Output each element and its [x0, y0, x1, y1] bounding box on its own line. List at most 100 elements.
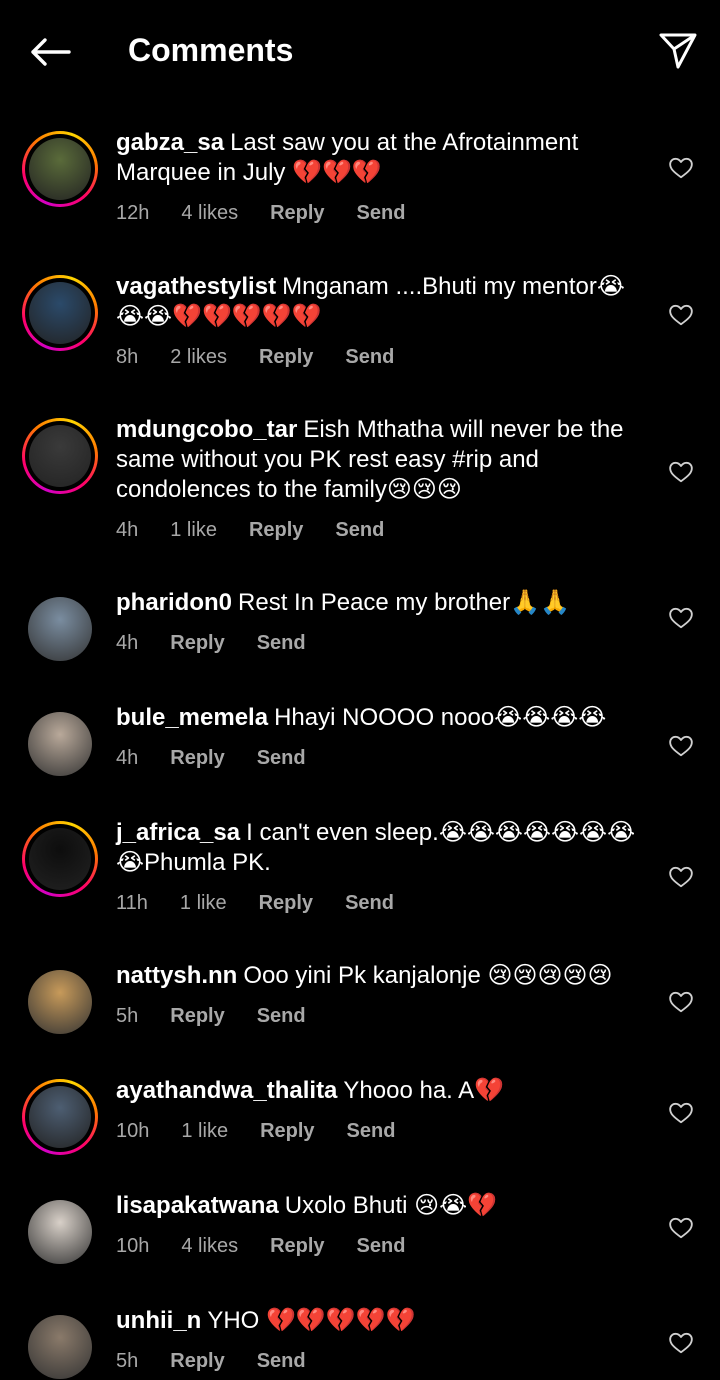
avatar[interactable] — [28, 597, 92, 661]
comment-body: bule_memela Hhayi NOOOO nooo😭😭😭😭 4h Reply S… — [116, 703, 650, 771]
reply-button[interactable]: Reply — [170, 1003, 224, 1029]
comment-username[interactable]: mdungcobo_tar — [116, 416, 297, 443]
story-ring[interactable] — [22, 275, 98, 351]
avatar[interactable] — [28, 1315, 92, 1379]
send-button[interactable]: Send — [345, 344, 394, 370]
heart-icon[interactable] — [668, 1100, 694, 1126]
send-button[interactable]: Send — [257, 1348, 306, 1374]
comment-body: vagathestylist Mnganam ....Bhuti my mento… — [116, 272, 650, 370]
heart-icon[interactable] — [668, 459, 694, 485]
comment-username[interactable]: unhii_n — [116, 1307, 201, 1334]
avatar — [29, 138, 91, 200]
story-ring[interactable] — [22, 1079, 98, 1155]
story-ring[interactable] — [22, 131, 98, 207]
comment-time: 5h — [116, 1350, 139, 1372]
avatar-container[interactable] — [22, 418, 98, 494]
comment-username[interactable]: vagathestylist — [116, 273, 276, 300]
avatar[interactable] — [28, 970, 92, 1034]
reply-button[interactable]: Reply — [259, 890, 313, 916]
send-button[interactable]: Send — [357, 1233, 406, 1259]
avatar-container[interactable] — [22, 706, 98, 782]
comment-content: Hhayi NOOOO nooo😭😭😭😭 — [274, 704, 607, 731]
avatar-container[interactable] — [22, 275, 98, 351]
send-button[interactable]: Send — [257, 745, 306, 771]
avatar-container[interactable] — [22, 821, 98, 897]
reply-button[interactable]: Reply — [170, 745, 224, 771]
comment-time: 4h — [116, 519, 139, 541]
arrow-left-icon — [31, 38, 71, 66]
comment-time: 11h — [116, 892, 148, 914]
comment-body: pharidon0 Rest In Peace my brother🙏🙏 4h Re… — [116, 588, 650, 656]
avatar[interactable] — [28, 712, 92, 776]
comment-body: gabza_sa Last saw you at the Afrotainment… — [116, 128, 650, 226]
avatar-container[interactable] — [22, 964, 98, 1040]
comment-body: ayathandwa_thalita Yhooo ha. A💔 10h 1 like… — [116, 1076, 650, 1144]
heart-icon[interactable] — [668, 733, 694, 759]
comment-username[interactable]: j_africa_sa — [116, 819, 240, 846]
comment-time: 4h — [116, 747, 139, 769]
comment-meta: 5h Reply Send — [116, 1003, 650, 1029]
reply-button[interactable]: Reply — [260, 1118, 314, 1144]
comment-username[interactable]: nattysh.nn — [116, 962, 237, 989]
comment-username[interactable]: ayathandwa_thalita — [116, 1077, 337, 1104]
reply-button[interactable]: Reply — [249, 517, 303, 543]
reply-button[interactable]: Reply — [259, 344, 313, 370]
comment-username[interactable]: pharidon0 — [116, 589, 232, 616]
avatar-container[interactable] — [22, 1194, 98, 1270]
like-count[interactable]: 2 likes — [170, 344, 227, 370]
comment-time: 4h — [116, 632, 139, 654]
like-count[interactable]: 1 like — [170, 517, 217, 543]
comment-meta: 11h 1 like Reply Send — [116, 890, 650, 916]
avatar-container[interactable] — [22, 591, 98, 667]
reply-button[interactable]: Reply — [170, 1348, 224, 1374]
comment-body: unhii_n YHO 💔💔💔💔💔 5h Reply Send — [116, 1306, 650, 1374]
reply-button[interactable]: Reply — [270, 200, 324, 226]
comment-body: j_africa_sa I can't even sleep.😭😭😭😭😭😭😭😭Ph… — [116, 818, 650, 916]
comment-time: 5h — [116, 1005, 139, 1027]
comment-username[interactable]: gabza_sa — [116, 129, 224, 156]
like-count[interactable]: 1 like — [180, 890, 227, 916]
avatar[interactable] — [28, 1200, 92, 1264]
comment-text: bule_memela Hhayi NOOOO nooo😭😭😭😭 — [116, 703, 650, 733]
reply-button[interactable]: Reply — [170, 630, 224, 656]
like-count[interactable]: 4 likes — [181, 200, 238, 226]
comment-meta: 12h 4 likes Reply Send — [116, 200, 650, 226]
send-button[interactable]: Send — [257, 1003, 306, 1029]
send-button[interactable]: Send — [257, 630, 306, 656]
story-ring[interactable] — [22, 821, 98, 897]
send-button[interactable]: Send — [345, 890, 394, 916]
comment-username[interactable]: bule_memela — [116, 704, 268, 731]
heart-icon[interactable] — [668, 989, 694, 1015]
send-button[interactable]: Send — [347, 1118, 396, 1144]
direct-send-button[interactable] — [654, 26, 702, 74]
story-ring[interactable] — [22, 418, 98, 494]
heart-icon[interactable] — [668, 1330, 694, 1356]
comment-text: ayathandwa_thalita Yhooo ha. A💔 — [116, 1076, 650, 1106]
avatar-container[interactable] — [22, 1079, 98, 1155]
heart-icon[interactable] — [668, 1215, 694, 1241]
avatar-container[interactable] — [22, 131, 98, 207]
comment-text: j_africa_sa I can't even sleep.😭😭😭😭😭😭😭😭Ph… — [116, 818, 650, 878]
send-button[interactable]: Send — [335, 517, 384, 543]
comment-meta: 8h 2 likes Reply Send — [116, 344, 650, 370]
like-count[interactable]: 4 likes — [181, 1233, 238, 1259]
like-count[interactable]: 1 like — [181, 1118, 228, 1144]
comment-meta: 5h Reply Send — [116, 1348, 650, 1374]
avatar — [29, 1086, 91, 1148]
heart-icon[interactable] — [668, 302, 694, 328]
avatar — [29, 828, 91, 890]
comment-body: mdungcobo_tar Eish Mthatha will never be … — [116, 415, 650, 543]
reply-button[interactable]: Reply — [270, 1233, 324, 1259]
heart-icon[interactable] — [668, 605, 694, 631]
avatar-container[interactable] — [22, 1309, 98, 1380]
send-button[interactable]: Send — [357, 200, 406, 226]
heart-icon[interactable] — [668, 155, 694, 181]
comment-time: 10h — [116, 1235, 150, 1257]
heart-icon[interactable] — [668, 864, 694, 890]
comment-content: Uxolo Bhuti 😢😭💔 — [284, 1192, 498, 1219]
comment-content: YHO 💔💔💔💔💔 — [207, 1307, 416, 1334]
comment-username[interactable]: lisapakatwana — [116, 1192, 279, 1219]
back-button[interactable] — [24, 30, 76, 74]
avatar — [29, 282, 91, 344]
comment-text: vagathestylist Mnganam ....Bhuti my mento… — [116, 272, 650, 332]
